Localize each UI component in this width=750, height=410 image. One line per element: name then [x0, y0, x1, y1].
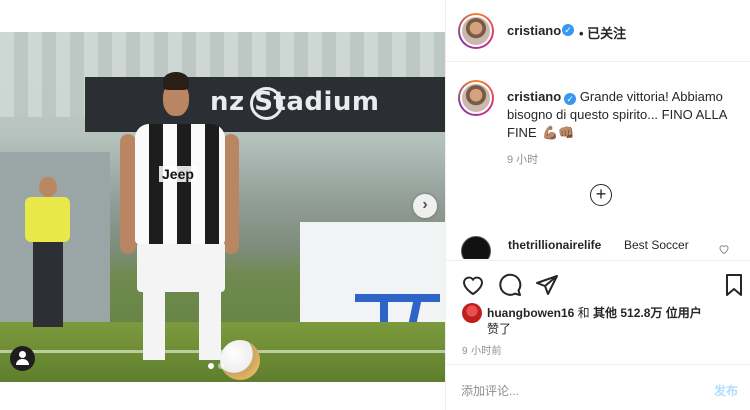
- add-comment-bar: 添加评论... 发布: [446, 364, 750, 410]
- caption-timestamp[interactable]: 9 小时: [507, 151, 538, 167]
- share-icon[interactable]: [535, 273, 559, 297]
- carousel-next-button[interactable]: ›: [413, 194, 437, 218]
- referee-figure: [25, 177, 70, 327]
- player-figure: Jeep: [115, 72, 240, 362]
- plus-circle-icon[interactable]: +: [590, 184, 612, 206]
- carousel-dot-active: [208, 363, 214, 369]
- publish-button[interactable]: 发布: [714, 382, 738, 399]
- likes-others-link[interactable]: 其他 512.8万 位用户: [593, 306, 702, 320]
- verified-badge-icon: ✓: [564, 93, 577, 105]
- commenter-avatar[interactable]: [461, 236, 491, 259]
- follow-status-button[interactable]: • 已关注: [579, 23, 626, 42]
- comment-icon[interactable]: [498, 273, 522, 297]
- likes-and: 和: [574, 306, 594, 320]
- liker-username[interactable]: huangbowen16: [487, 306, 574, 320]
- likes-others-suffix: 位用户: [662, 306, 702, 320]
- caption-author-avatar[interactable]: [458, 80, 494, 116]
- heart-icon[interactable]: [461, 273, 485, 297]
- likes-liked-label: 赞了: [487, 322, 512, 336]
- post-image[interactable]: nz Stadium Jeep: [0, 32, 445, 382]
- likes-text: huangbowen16 和 其他 512.8万 位用户 赞了: [487, 305, 747, 337]
- carousel-dot: [218, 363, 224, 369]
- chevron-right-icon: ›: [422, 196, 428, 213]
- carousel-indicator: [208, 363, 224, 369]
- post-side-panel: cristiano ✓ • 已关注 cristiano ✓ Grande vitt…: [445, 0, 750, 410]
- caption-username[interactable]: cristiano: [507, 89, 561, 104]
- caption-emojis: 💪🏽👊🏽: [542, 125, 575, 140]
- instagram-post: nz Stadium Jeep › cristiano ✓ • 已关注 cris…: [0, 0, 750, 410]
- author-avatar[interactable]: [458, 13, 494, 49]
- post-header: cristiano ✓ • 已关注: [446, 0, 750, 62]
- bookmark-icon[interactable]: [722, 273, 746, 297]
- verified-badge-icon: ✓: [562, 24, 574, 36]
- jersey-sponsor-text: Jeep: [159, 166, 197, 182]
- likes-others-prefix: 其他: [593, 306, 621, 320]
- post-timestamp[interactable]: 9 小时前: [462, 342, 502, 357]
- soccer-ball: [220, 340, 260, 380]
- comment-text: Best Soccer: [624, 238, 689, 252]
- liker-avatar[interactable]: [462, 303, 482, 323]
- caption-body: cristiano ✓ Grande vittoria! Abbiamo biso…: [507, 88, 743, 142]
- comment-like-heart-icon[interactable]: [718, 243, 730, 255]
- commenter-username[interactable]: thetrillionairelife: [508, 238, 601, 252]
- comment-item: thetrillionairelife Best Soccer: [458, 235, 743, 259]
- comment-input[interactable]: 添加评论...: [461, 382, 519, 399]
- post-photo-area: nz Stadium Jeep ›: [0, 0, 445, 410]
- author-username[interactable]: cristiano: [507, 23, 561, 38]
- post-actions-bar: [446, 260, 750, 308]
- likes-count: 512.8万: [620, 306, 663, 320]
- user-tag-icon[interactable]: [10, 346, 35, 371]
